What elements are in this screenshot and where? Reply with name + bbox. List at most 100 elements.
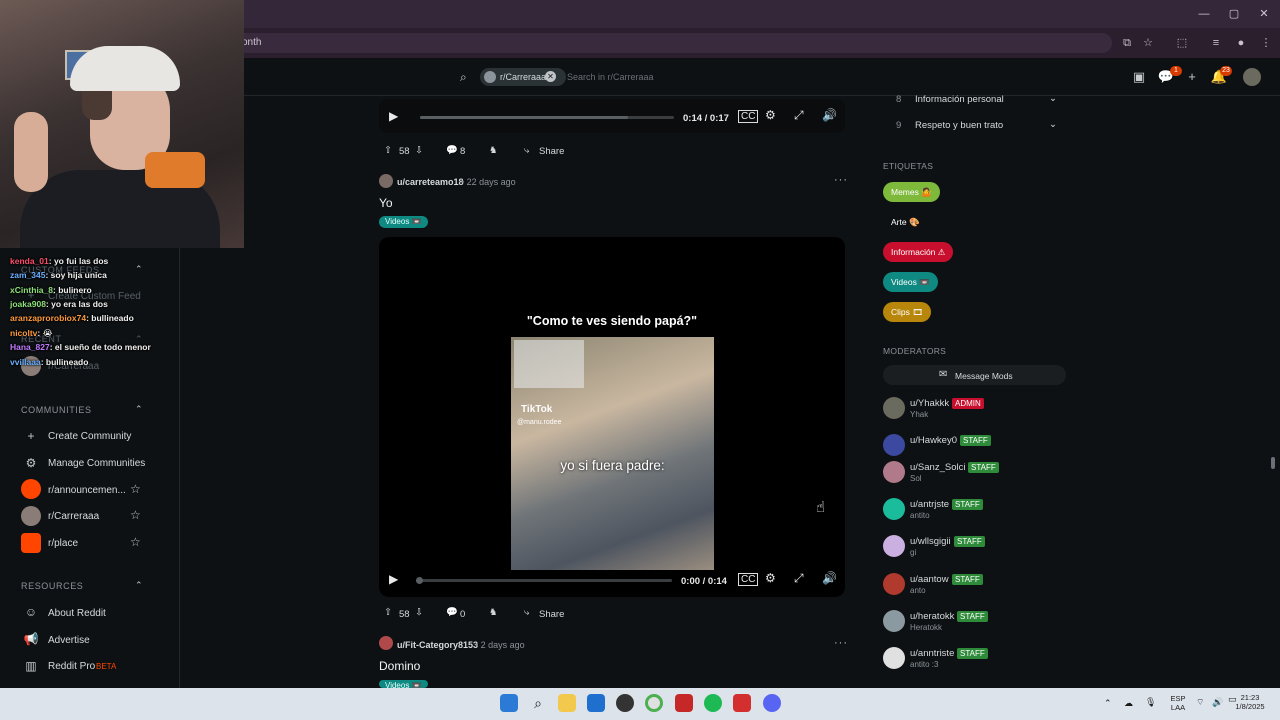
comment-icon[interactable]: 💬: [446, 145, 458, 156]
rule-label[interactable]: Respeto y buen trato: [915, 120, 1003, 131]
menu-icon[interactable]: ⋮: [1258, 35, 1274, 51]
tag-clips[interactable]: Clips 🎞: [883, 302, 932, 322]
star-icon[interactable]: ☆: [130, 535, 141, 549]
moderator-avatar[interactable]: [883, 573, 905, 595]
address-bar[interactable]: [232, 33, 1112, 53]
chevron-down-icon[interactable]: ⌄: [1049, 93, 1057, 104]
moderator-name[interactable]: u/Sanz_Solci: [910, 462, 965, 473]
advertise-link[interactable]: Advertise: [48, 635, 90, 646]
file-explorer-icon[interactable]: [558, 694, 576, 712]
moderator-avatar[interactable]: [883, 647, 905, 669]
moderator-name[interactable]: u/aantow: [910, 574, 949, 585]
volume-icon[interactable]: 🔊: [822, 108, 837, 122]
minimize-icon[interactable]: —: [1196, 6, 1212, 22]
post-author[interactable]: u/carreteamo18: [397, 177, 464, 187]
clock[interactable]: 21:23 1/8/2025: [1232, 693, 1268, 711]
tag-informacion[interactable]: Información ⚠: [883, 242, 954, 262]
moderator-name[interactable]: u/Hawkey0: [910, 435, 957, 446]
share-icon[interactable]: ⤷: [524, 145, 529, 156]
advertise-icon[interactable]: ▣: [1130, 68, 1148, 86]
chrome-icon[interactable]: [645, 694, 663, 712]
discord-icon[interactable]: [763, 694, 781, 712]
moderator-avatar[interactable]: [883, 397, 905, 419]
star-icon[interactable]: ☆: [130, 482, 141, 496]
search-icon[interactable]: ⌕: [529, 694, 547, 712]
sidebar-item-announcements[interactable]: r/announcemen...: [48, 485, 126, 496]
share-button[interactable]: Share: [539, 609, 564, 620]
chevron-down-icon[interactable]: ⌄: [1049, 119, 1057, 130]
award-icon[interactable]: ♞: [489, 145, 498, 156]
moderator-avatar[interactable]: [883, 461, 905, 483]
outlook-icon[interactable]: [587, 694, 605, 712]
microphone-icon[interactable]: 🎙: [1145, 697, 1156, 708]
moderator-name[interactable]: u/Yhakkk: [910, 398, 949, 409]
moderator-name[interactable]: u/anntriste: [910, 648, 954, 659]
app-icon[interactable]: [616, 694, 634, 712]
volume-icon[interactable]: 🔊: [822, 571, 837, 585]
reddit-pro-link[interactable]: Reddit Pro: [48, 661, 95, 672]
language-indicator[interactable]: ESP LAA: [1166, 694, 1190, 712]
search-input[interactable]: Search in r/Carreraaa: [567, 72, 654, 82]
scrollbar-thumb[interactable]: [1271, 457, 1275, 469]
sidebar-item-place[interactable]: r/place: [48, 538, 78, 549]
manage-communities-link[interactable]: Manage Communities: [48, 458, 145, 469]
start-icon[interactable]: [500, 694, 518, 712]
chevron-up-icon[interactable]: ⌃: [135, 404, 143, 415]
create-post-icon[interactable]: +: [1183, 68, 1201, 86]
wifi-icon[interactable]: ⌔: [1196, 697, 1204, 708]
bookmark-star-icon[interactable]: ☆: [1140, 35, 1156, 51]
upvote-icon[interactable]: ⇧: [384, 145, 392, 156]
maximize-icon[interactable]: ▢: [1226, 6, 1242, 22]
downvote-icon[interactable]: ⇩: [415, 607, 423, 618]
tag-memes[interactable]: Memes 🤷: [883, 182, 940, 202]
game-app-icon[interactable]: [675, 694, 693, 712]
share-icon[interactable]: ⤷: [524, 607, 529, 618]
moderator-name[interactable]: u/heratokk: [910, 611, 954, 622]
moderator-avatar[interactable]: [883, 535, 905, 557]
rule-label[interactable]: Información personal: [915, 94, 1004, 105]
award-icon[interactable]: ♞: [489, 607, 498, 618]
spotify-icon[interactable]: [704, 694, 722, 712]
captions-icon[interactable]: CC: [738, 573, 759, 586]
create-community-link[interactable]: Create Community: [48, 431, 131, 442]
volume-icon[interactable]: 🔊: [1212, 697, 1223, 708]
play-icon[interactable]: ▶: [389, 109, 398, 123]
post-flair[interactable]: Videos 📼: [379, 680, 428, 688]
captions-icon[interactable]: CC: [738, 110, 759, 123]
clear-chip-icon[interactable]: ✕: [545, 71, 556, 82]
post-title[interactable]: Domino: [379, 659, 420, 673]
user-avatar[interactable]: [1243, 68, 1261, 86]
more-options-icon[interactable]: ···: [834, 637, 848, 649]
streaming-app-icon[interactable]: [733, 694, 751, 712]
profile-icon[interactable]: ●: [1233, 35, 1249, 51]
moderator-avatar[interactable]: [883, 434, 905, 456]
fullscreen-icon[interactable]: ⤢: [794, 108, 804, 123]
downvote-icon[interactable]: ⇩: [415, 145, 423, 156]
media-icon[interactable]: ≡: [1208, 35, 1224, 51]
chevron-up-icon[interactable]: ⌃: [135, 580, 143, 591]
moderator-avatar[interactable]: [883, 498, 905, 520]
post-author[interactable]: u/Fit-Category8153: [397, 640, 478, 650]
close-icon[interactable]: ✕: [1256, 6, 1272, 22]
star-icon[interactable]: ☆: [130, 508, 141, 522]
more-options-icon[interactable]: ···: [834, 174, 848, 186]
settings-icon[interactable]: ⚙: [765, 571, 776, 585]
about-reddit-link[interactable]: About Reddit: [48, 608, 106, 619]
post-flair[interactable]: Videos 📼: [379, 216, 428, 228]
install-icon[interactable]: ⧉: [1119, 35, 1135, 51]
moderator-avatar[interactable]: [883, 610, 905, 632]
tag-arte[interactable]: Arte 🎨: [883, 212, 928, 232]
video-scrubber[interactable]: [416, 577, 423, 584]
comment-icon[interactable]: 💬: [446, 607, 458, 618]
fullscreen-icon[interactable]: ⤢: [794, 571, 804, 586]
post-title[interactable]: Yo: [379, 196, 393, 210]
sidebar-item-carreraaa[interactable]: r/Carreraaa: [48, 511, 99, 522]
search-icon[interactable]: ⌕: [460, 70, 467, 85]
extensions-icon[interactable]: ⬚: [1174, 35, 1190, 51]
chevron-up-icon[interactable]: ⌃: [135, 264, 143, 275]
moderator-name[interactable]: u/wllsgigii: [910, 536, 951, 547]
moderator-name[interactable]: u/antrjste: [910, 499, 949, 510]
settings-icon[interactable]: ⚙: [765, 108, 776, 122]
tray-icon[interactable]: ☁: [1124, 698, 1133, 709]
chevron-up-icon[interactable]: ⌃: [1104, 698, 1112, 709]
